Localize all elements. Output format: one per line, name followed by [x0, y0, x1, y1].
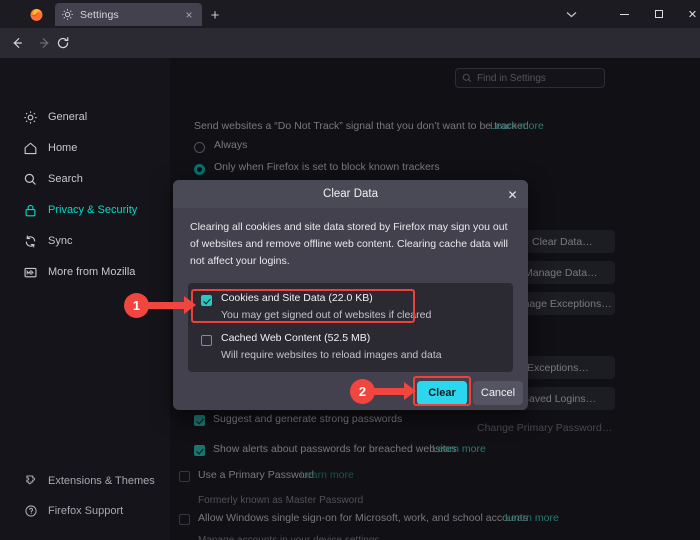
chevron-down-icon[interactable]	[561, 6, 581, 22]
reload-button[interactable]	[52, 32, 74, 54]
sidebar-item-label: Sync	[48, 235, 73, 247]
dialog-title: Clear Data	[323, 188, 378, 200]
clear-confirm-button[interactable]: Clear	[417, 381, 467, 405]
firefox-browser-window: Settings × + ✕ Firefox	[0, 0, 700, 540]
firefox-logo-icon	[30, 8, 43, 21]
cookies-and-site-data-sublabel: You may get signed out of websites if cl…	[221, 309, 432, 321]
dialog-body: Clearing all cookies and site data store…	[173, 208, 528, 410]
dialog-description: Clearing all cookies and site data store…	[190, 221, 508, 267]
tab-strip: Settings × + ✕	[0, 0, 700, 28]
annotation-arrow-one	[148, 296, 196, 315]
sidebar-item-label: Privacy & Security	[48, 204, 138, 216]
sidebar-item-home[interactable]: Home	[22, 137, 77, 159]
new-tab-button[interactable]: +	[206, 6, 224, 24]
sidebar-item-general[interactable]: General	[22, 106, 87, 128]
sidebar-item-label: Home	[48, 142, 78, 154]
cached-web-content-sublabel: Will require websites to reload images a…	[221, 349, 442, 361]
dialog-titlebar: Clear Data ✕	[173, 180, 528, 208]
extensions-icon	[22, 473, 39, 490]
sidebar-item-label: General	[48, 111, 88, 123]
annotation-arrow-two	[374, 382, 416, 401]
gear-icon	[62, 9, 73, 20]
sidebar-item-search[interactable]: Search	[22, 168, 83, 190]
sidebar-item-more-from-mozilla[interactable]: More from Mozilla	[22, 261, 135, 283]
sidebar-item-label: More from Mozilla	[48, 266, 136, 278]
navigation-toolbar: Firefox about:preferences#privacy	[0, 28, 700, 82]
sidebar-item-extensions-themes[interactable]: Extensions & Themes	[22, 470, 155, 492]
sidebar-item-sync[interactable]: Sync	[22, 230, 72, 252]
window-close-button[interactable]: ✕	[675, 0, 700, 28]
tab-title: Settings	[80, 8, 119, 21]
sidebar-item-label: Search	[48, 173, 83, 185]
cached-web-content-label: Cached Web Content (52.5 MB)	[221, 332, 371, 344]
lock-icon	[22, 202, 39, 219]
clear-data-dialog: Clear Data ✕ Clearing all cookies and si…	[173, 180, 528, 410]
home-icon	[22, 140, 39, 157]
sidebar-item-privacy-security[interactable]: Privacy & Security	[22, 199, 137, 221]
search-icon	[22, 171, 39, 188]
cancel-button[interactable]: Cancel	[473, 381, 523, 405]
cookies-and-site-data-label: Cookies and Site Data (22.0 KB)	[221, 292, 373, 304]
close-icon[interactable]: ✕	[505, 187, 520, 202]
sidebar-item-label: Extensions & Themes	[48, 475, 155, 487]
back-button[interactable]	[6, 32, 28, 54]
checkbox-cached-web-content[interactable]	[201, 335, 212, 346]
sidebar-item-firefox-support[interactable]: Firefox Support	[22, 500, 123, 522]
sidebar-item-label: Firefox Support	[48, 505, 124, 517]
checkbox-cookies-and-site-data[interactable]	[201, 295, 212, 306]
annotation-badge-two: 2	[350, 379, 375, 404]
window-maximize-button[interactable]	[641, 0, 676, 28]
mozilla-icon	[22, 264, 39, 281]
tab-settings[interactable]: Settings ×	[55, 3, 202, 26]
close-icon[interactable]: ×	[182, 8, 196, 22]
sync-icon	[22, 233, 39, 250]
dialog-options-panel: Cookies and Site Data (22.0 KB) You may …	[188, 283, 513, 372]
annotation-badge-one: 1	[124, 293, 149, 318]
window-minimize-button[interactable]	[607, 0, 642, 28]
gear-icon	[22, 109, 39, 126]
help-circle-icon	[22, 503, 39, 520]
